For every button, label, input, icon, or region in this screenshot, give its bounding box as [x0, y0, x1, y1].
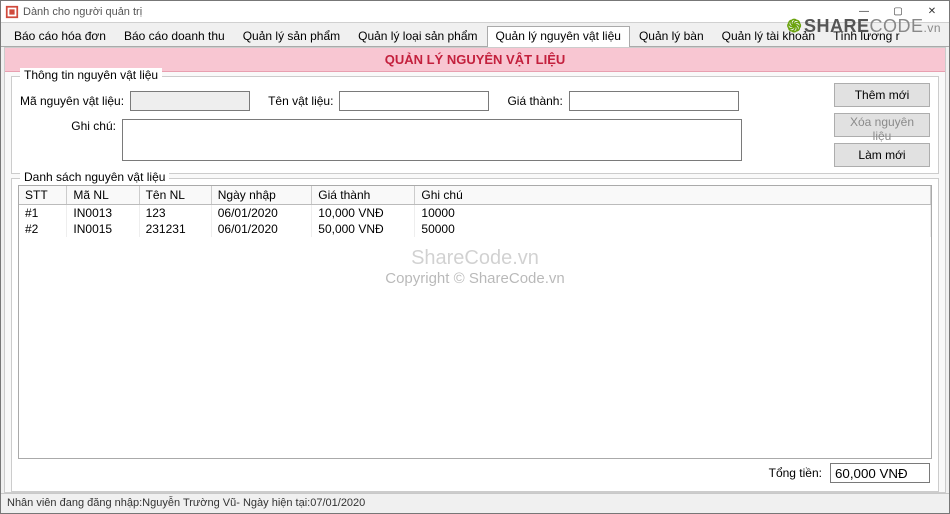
tab-1[interactable]: Báo cáo doanh thu	[115, 25, 234, 46]
tab-bar: Báo cáo hóa đơnBáo cáo doanh thuQuản lý …	[1, 23, 949, 47]
form-group: Thông tin nguyên vật liệu Mã nguyên vật …	[11, 76, 939, 174]
list-legend: Danh sách nguyên vật liệu	[20, 170, 169, 184]
list-group: Danh sách nguyên vật liệu STTMã NLTên NL…	[11, 178, 939, 492]
label-ten: Tên vật liệu:	[268, 94, 339, 108]
total-value	[830, 463, 930, 483]
form-legend: Thông tin nguyên vật liệu	[20, 68, 162, 82]
status-date: 07/01/2020	[310, 497, 365, 509]
input-ten[interactable]	[339, 91, 489, 111]
col-5[interactable]: Ghi chú	[415, 186, 931, 205]
app-icon	[5, 5, 19, 19]
tab-3[interactable]: Quản lý loại sản phẩm	[349, 25, 486, 46]
close-button[interactable]: ✕	[915, 1, 949, 23]
refresh-button[interactable]: Làm mới	[834, 143, 930, 167]
tab-5[interactable]: Quản lý bàn	[630, 25, 713, 46]
col-0[interactable]: STT	[19, 186, 67, 205]
status-bar: Nhân viên đang đăng nhập: Nguyễn Trường …	[1, 493, 949, 511]
window-title: Dành cho người quản trị	[23, 6, 847, 18]
label-ghichu: Ghi chú:	[20, 119, 122, 133]
tab-0[interactable]: Báo cáo hóa đơn	[5, 25, 115, 46]
status-prefix: Nhân viên đang đăng nhập:	[7, 497, 142, 509]
tab-7[interactable]: Tính lương r	[824, 25, 909, 46]
label-ma: Mã nguyên vật liệu:	[20, 94, 130, 108]
label-gia: Giá thành:	[507, 94, 568, 108]
minimize-button[interactable]: —	[847, 1, 881, 23]
col-3[interactable]: Ngày nhập	[211, 186, 312, 205]
titlebar: Dành cho người quản trị — ▢ ✕	[1, 1, 949, 23]
status-sep: - Ngày hiện tại:	[236, 497, 310, 509]
tab-2[interactable]: Quản lý sản phẩm	[234, 25, 349, 46]
input-gia[interactable]	[569, 91, 739, 111]
data-grid[interactable]: STTMã NLTên NLNgày nhậpGiá thànhGhi chú#…	[18, 185, 932, 459]
table-row[interactable]: #1IN001312306/01/202010,000 VNĐ10000	[19, 205, 931, 222]
input-ma[interactable]	[130, 91, 250, 111]
page-content: QUẢN LÝ NGUYÊN VẬT LIỆU Thông tin nguyên…	[4, 47, 946, 493]
col-1[interactable]: Mã NL	[67, 186, 139, 205]
status-user: Nguyễn Trường Vũ	[142, 497, 236, 509]
col-2[interactable]: Tên NL	[139, 186, 211, 205]
tab-6[interactable]: Quản lý tài khoản	[713, 25, 824, 46]
maximize-button[interactable]: ▢	[881, 1, 915, 23]
add-button[interactable]: Thêm mới	[834, 83, 930, 107]
tab-4[interactable]: Quản lý nguyên vật liệu	[487, 26, 630, 47]
input-ghichu[interactable]	[122, 119, 742, 161]
total-label: Tổng tiền:	[769, 466, 822, 480]
col-4[interactable]: Giá thành	[312, 186, 415, 205]
table-row[interactable]: #2IN001523123106/01/202050,000 VNĐ50000	[19, 221, 931, 237]
delete-button[interactable]: Xóa nguyên liệu	[834, 113, 930, 137]
